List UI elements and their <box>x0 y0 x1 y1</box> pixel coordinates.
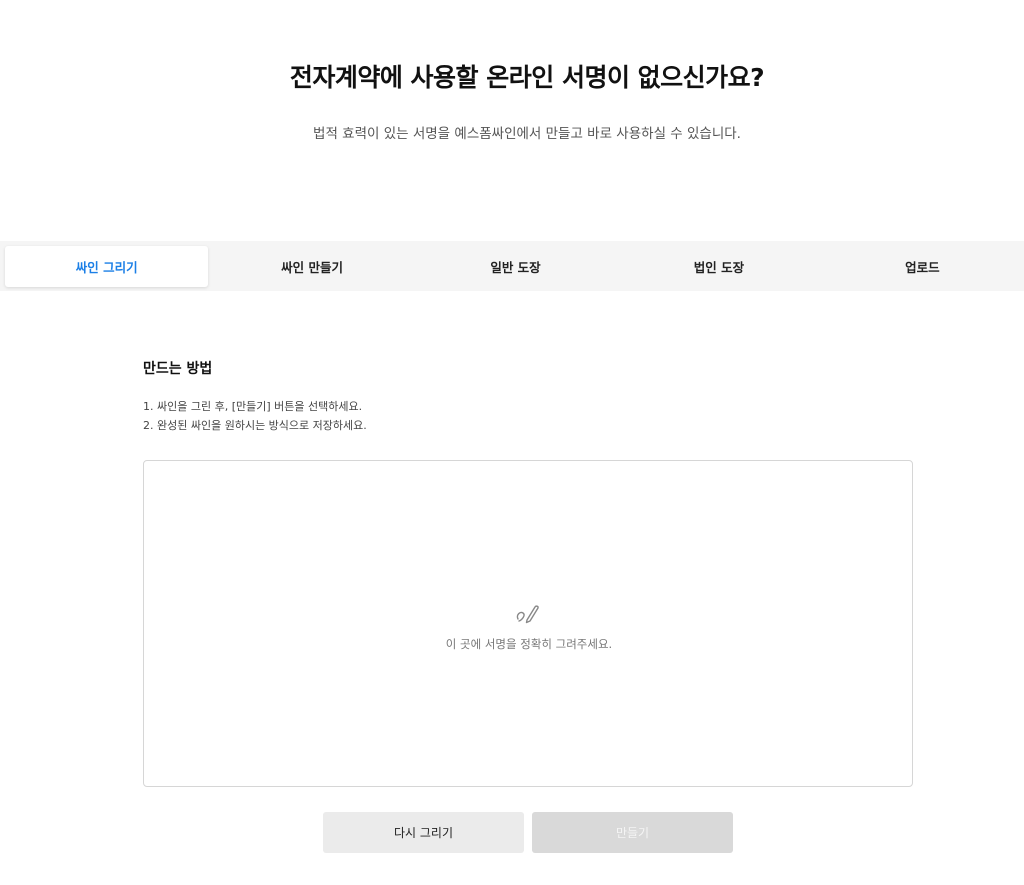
tab-general-stamp[interactable]: 일반 도장 <box>414 241 617 291</box>
page-subtitle: 법적 효력이 있는 서명을 예스폼싸인에서 만들고 바로 사용하실 수 있습니다… <box>313 126 741 142</box>
tab-make-sign[interactable]: 싸인 만들기 <box>210 241 413 291</box>
howto-steps: 1. 싸인을 그린 후, [만들기] 버튼을 선택하세요. 2. 완성된 싸인을… <box>143 397 367 435</box>
page-title: 전자계약에 사용할 온라인 서명이 없으신가요? <box>289 63 765 92</box>
howto-step: 2. 완성된 싸인을 원하시는 방식으로 저장하세요. <box>143 419 367 432</box>
howto-step: 1. 싸인을 그린 후, [만들기] 버튼을 선택하세요. <box>143 400 363 413</box>
tab-corporate-stamp[interactable]: 법인 도장 <box>617 241 820 291</box>
howto-title: 만드는 방법 <box>143 361 213 377</box>
signature-canvas[interactable]: 이 곳에 서명을 정확히 그려주세요. <box>143 460 913 787</box>
tab-upload[interactable]: 업로드 <box>821 241 1024 291</box>
canvas-hint: 이 곳에 서명을 정확히 그려주세요. <box>445 637 613 651</box>
tab-draw-sign[interactable]: 싸인 그리기 <box>5 245 209 287</box>
redraw-button[interactable]: 다시 그리기 <box>323 812 524 853</box>
make-button[interactable]: 만들기 <box>532 812 733 853</box>
signature-pen-icon <box>516 605 539 624</box>
tab-bar: 싸인 그리기 싸인 만들기 일반 도장 법인 도장 업로드 <box>0 241 1024 291</box>
